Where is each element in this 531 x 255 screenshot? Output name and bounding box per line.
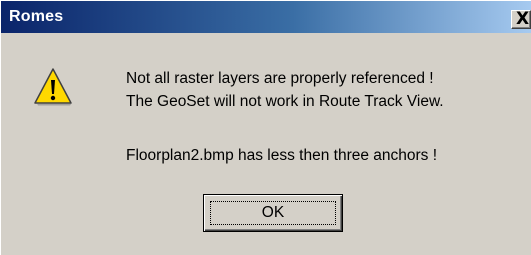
message-line-2: The GeoSet will not work in Route Track … [126, 93, 444, 110]
close-icon: X [516, 9, 530, 29]
message-dialog: Romes X Not all raster layers are proper… [0, 0, 531, 255]
dialog-title: Romes [9, 8, 64, 25]
message-line-1: Not all raster layers are properly refer… [126, 70, 434, 87]
warning-icon [34, 68, 72, 106]
ok-button-label: OK [261, 204, 285, 221]
ok-button[interactable]: OK [203, 194, 343, 232]
close-button[interactable]: X [511, 9, 531, 29]
message-line-3: Floorplan2.bmp has less then three ancho… [126, 147, 438, 164]
title-bar[interactable]: Romes X [1, 1, 531, 33]
